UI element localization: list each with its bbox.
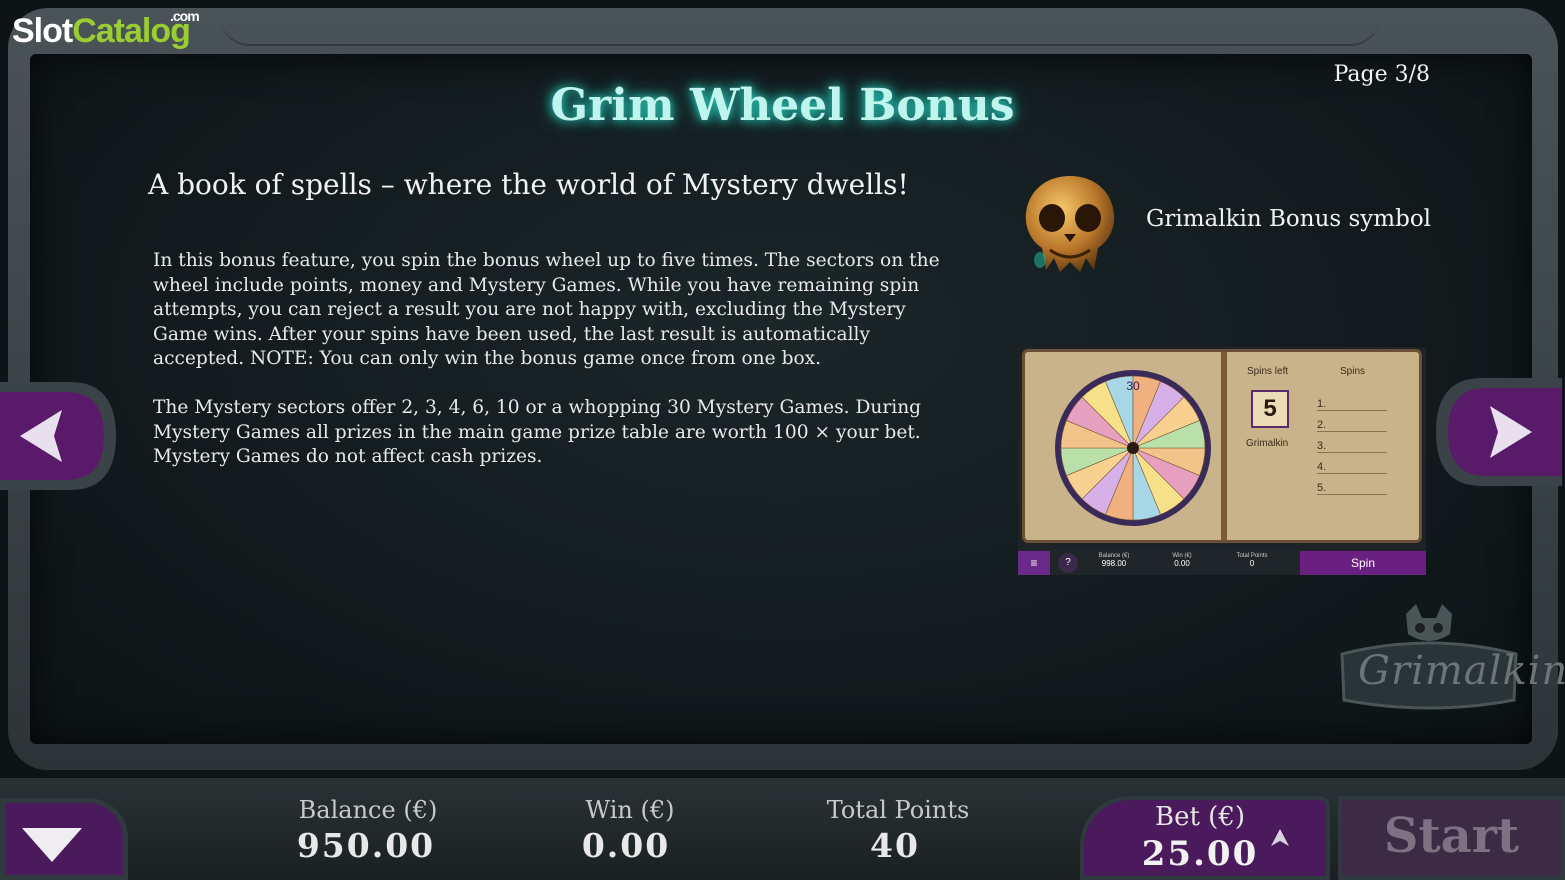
description-paragraph: In this bonus feature, you spin the bonu… xyxy=(153,250,940,369)
description-paragraph: The Mystery sectors offer 2, 3, 4, 6, 10… xyxy=(153,397,922,467)
frame-ornament xyxy=(220,14,1380,46)
mini-points: Total Points 0 xyxy=(1236,553,1268,568)
book-character-name: Grimalkin xyxy=(1246,438,1289,449)
start-button-label: Start xyxy=(1383,808,1520,864)
win-label: Win (€) xyxy=(585,796,675,824)
mini-win: Win (€) 0.00 xyxy=(1172,553,1192,568)
total-points-label: Total Points xyxy=(826,796,970,824)
page-title: Grim Wheel Bonus xyxy=(550,80,1015,131)
grimalkin-logo-text: Grimalkin xyxy=(1358,648,1565,694)
spin-row: 2. xyxy=(1317,419,1387,432)
spin-row: 1. xyxy=(1317,398,1387,411)
mini-spin-button: Spin xyxy=(1300,551,1426,575)
chevron-down-icon xyxy=(22,828,82,862)
bottom-bar xyxy=(0,778,1565,880)
next-page-button[interactable] xyxy=(1432,372,1562,492)
win-value: 0.00 xyxy=(581,826,671,865)
page-subtitle: A book of spells – where the world of My… xyxy=(148,168,909,201)
previous-page-button[interactable] xyxy=(0,376,120,496)
bet-increase-icon[interactable] xyxy=(1268,826,1292,850)
spin-row: 4. xyxy=(1317,461,1387,474)
cat-skull-icon xyxy=(1025,176,1115,272)
mini-control-bar: ≡ ? Balance (€) 998.00 Win (€) 0.00 Total … xyxy=(1018,549,1426,575)
mini-help-icon: ? xyxy=(1058,553,1078,573)
spell-book: 30 Spins left Spins 5 Grimalkin 1. 2. 3.… xyxy=(1022,349,1422,543)
watermark-logo: SlotCatalog .com xyxy=(12,8,200,50)
balance-value: 950.00 xyxy=(296,826,436,865)
total-points-value: 40 xyxy=(870,826,920,865)
spin-row: 5. xyxy=(1317,482,1387,495)
mini-balance: Balance (€) 998.00 xyxy=(1098,553,1130,568)
bonus-wheel-icon: 30 xyxy=(1055,370,1211,526)
spins-left-count: 5 xyxy=(1251,390,1289,428)
book-spine xyxy=(1221,352,1227,540)
spins-left-label: Spins left xyxy=(1247,366,1289,377)
bonus-screenshot: 30 Spins left Spins 5 Grimalkin 1. 2. 3.… xyxy=(1018,347,1426,575)
symbol-label: Grimalkin Bonus symbol xyxy=(1146,206,1432,232)
spin-row: 3. xyxy=(1317,440,1387,453)
balance-label: Balance (€) xyxy=(298,796,438,824)
spins-header: Spins xyxy=(1340,366,1366,377)
mini-menu-icon: ≡ xyxy=(1018,551,1050,575)
wheel-top-value: 30 xyxy=(1126,379,1140,393)
